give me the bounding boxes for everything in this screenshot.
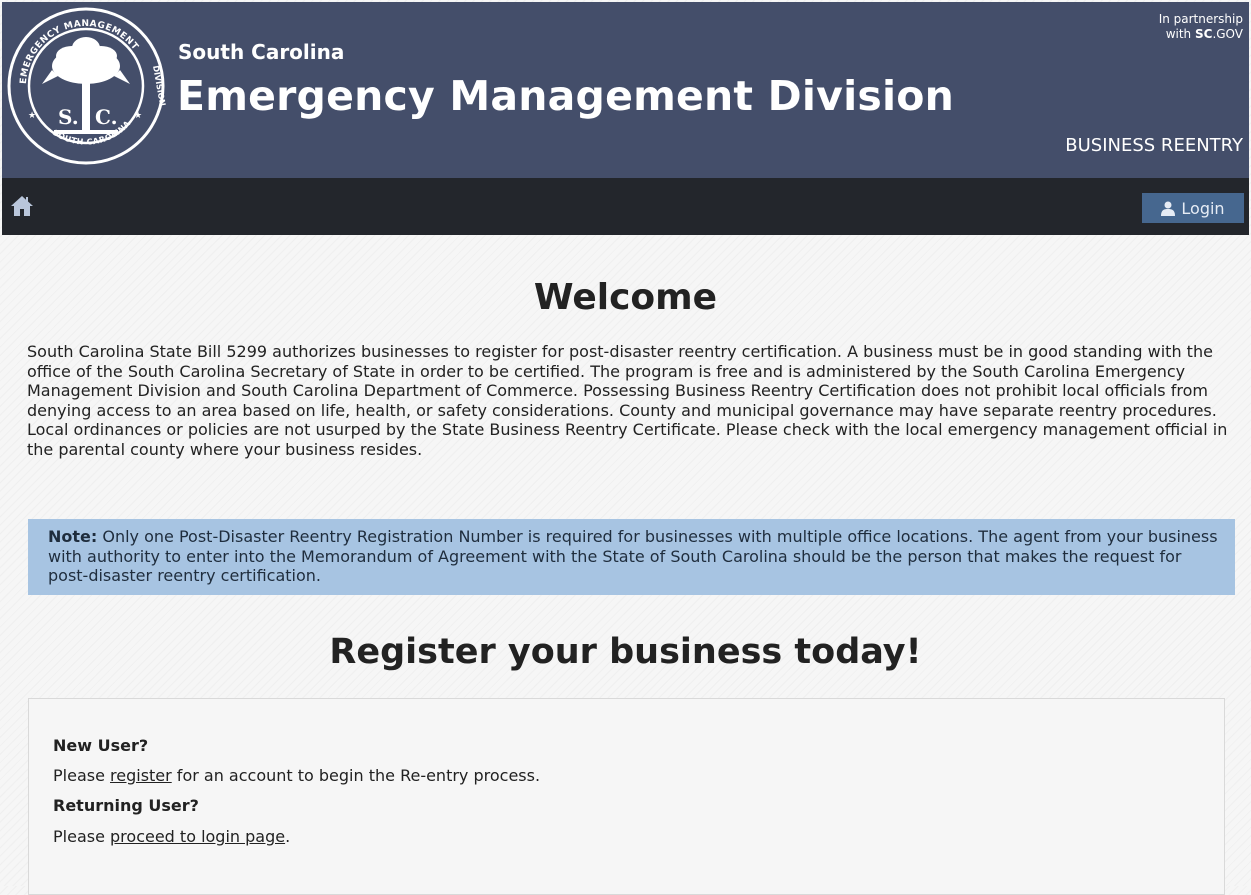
intro-paragraph: South Carolina State Bill 5299 authorize… [27, 342, 1228, 459]
partnership-badge[interactable]: In partnership with SC.GOV [1159, 12, 1243, 42]
partnership-prefix: with [1165, 27, 1195, 41]
new-user-pre: Please [53, 766, 111, 785]
note-callout: Note: Only one Post-Disaster Reentry Reg… [28, 519, 1235, 595]
new-user-post: for an account to begin the Re-entry pro… [171, 766, 541, 785]
note-label: Note: [48, 527, 98, 546]
svg-text:C.: C. [95, 105, 118, 129]
sc-gov-brand-rest: .GOV [1212, 27, 1243, 41]
login-label: Login [1181, 198, 1225, 218]
svg-text:★: ★ [134, 111, 142, 121]
user-icon [1161, 201, 1176, 216]
partnership-brand: with SC.GOV [1159, 27, 1243, 42]
login-button[interactable]: Login [1142, 193, 1244, 223]
home-icon[interactable] [10, 195, 34, 217]
sc-gov-brand-bold: SC [1194, 27, 1213, 41]
returning-pre: Please [53, 827, 111, 846]
svg-text:S.: S. [58, 105, 79, 129]
register-title: Register your business today! [329, 632, 922, 672]
new-user-label: New User? [53, 736, 149, 755]
nav-bar: Login [2, 178, 1249, 235]
site-header: EMERGENCY MANAGEMENT DIVISION SOUTH CARO… [2, 2, 1249, 178]
user-options-panel: New User? Please register for an account… [28, 698, 1225, 895]
returning-user-line: Please proceed to login page. [53, 827, 290, 846]
page: EMERGENCY MANAGEMENT DIVISION SOUTH CARO… [2, 2, 1249, 895]
welcome-title: Welcome [533, 277, 718, 318]
sc-emd-seal-logo[interactable]: EMERGENCY MANAGEMENT DIVISION SOUTH CARO… [6, 6, 166, 166]
partnership-line: In partnership [1158, 12, 1243, 26]
returning-user-label: Returning User? [53, 796, 199, 815]
register-link[interactable]: register [110, 766, 172, 785]
svg-text:DIVISION: DIVISION [151, 65, 166, 107]
division-name: Emergency Management Division [177, 72, 954, 120]
svg-text:★: ★ [28, 111, 36, 121]
state-name: South Carolina [178, 40, 345, 64]
program-name: BUSINESS REENTRY [1065, 135, 1243, 156]
login-page-link[interactable]: proceed to login page [110, 827, 285, 846]
returning-post: . [285, 827, 291, 846]
note-text: Only one Post-Disaster Reentry Registrat… [48, 527, 1218, 585]
new-user-line: Please register for an account to begin … [53, 766, 540, 785]
